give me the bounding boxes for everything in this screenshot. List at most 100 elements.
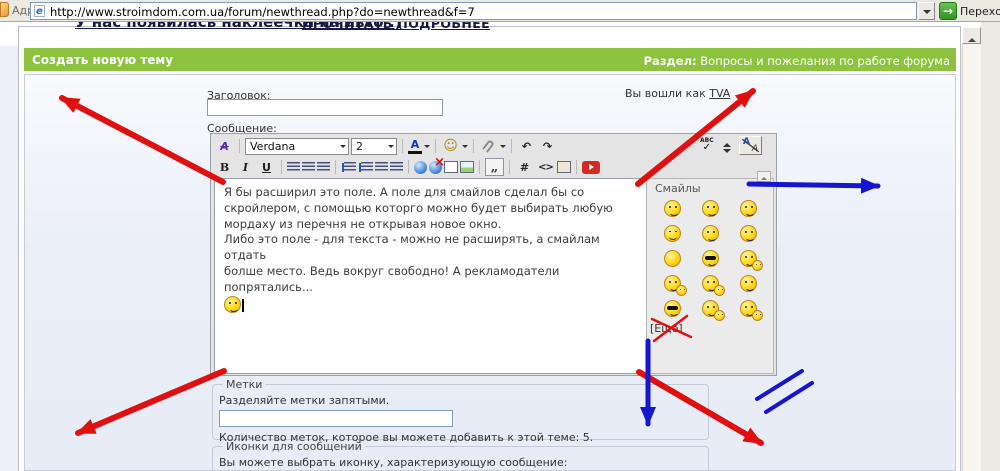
align-center-button[interactable]: [302, 161, 315, 173]
remove-format-button[interactable]: A: [215, 137, 234, 155]
logged-in-user-link[interactable]: TVA: [709, 87, 730, 100]
section-breadcrumb: Раздел: Вопросы и пожелания по работе фо…: [644, 54, 950, 68]
smiley-plain-circle[interactable]: [657, 247, 687, 271]
url-input[interactable]: e http://www.stroimdom.com.ua/forum/newt…: [30, 2, 917, 20]
font-size-select[interactable]: 2: [351, 137, 397, 155]
italic-button[interactable]: I: [236, 158, 255, 176]
font-family-select[interactable]: Verdana: [245, 137, 349, 155]
youtube-button[interactable]: [582, 160, 600, 174]
editor-resize-button[interactable]: [723, 139, 731, 157]
smiley-hugging-pair[interactable]: [657, 272, 687, 296]
smiley-group[interactable]: [733, 297, 763, 321]
quote-button[interactable]: „: [485, 158, 504, 176]
smiley-face-icon: [714, 309, 725, 321]
ordered-list-button[interactable]: [344, 161, 356, 173]
toolbar-separator: [509, 160, 510, 174]
message-icons-legend: Иконки для сообщений: [226, 440, 362, 453]
insert-link-button[interactable]: [414, 160, 427, 174]
tags-fieldset: Метки Разделяйте метки запятыми. Количес…: [212, 378, 709, 444]
title-input[interactable]: [207, 99, 443, 116]
editor-toolbar-row1: A Verdana 2 A ☺ ↶ ↷: [215, 136, 557, 156]
spellcheck-button[interactable]: ABC ✓: [700, 138, 714, 153]
announcement-read-more[interactable]: ПРОЧИТАТЬ ПОДРОБНЕЕ: [302, 22, 490, 34]
smiley-face-icon: [739, 200, 757, 217]
smiley-surprised-pair[interactable]: [695, 297, 725, 321]
message-icons-fieldset: Иконки для сообщений Вы можете выбрать и…: [212, 440, 709, 471]
smiley-face-icon: [752, 259, 763, 271]
remove-link-button[interactable]: [429, 155, 445, 174]
smiley-smiling[interactable]: [733, 272, 763, 296]
message-editor: A Verdana 2 A ☺ ↶ ↷ BIU „ #<> ABC ✓: [210, 133, 777, 376]
page-title: Создать новую тему: [32, 53, 174, 67]
smilies-scroll-up-button[interactable]: [757, 171, 771, 182]
tags-input[interactable]: [219, 410, 453, 427]
scrollbar-up-button[interactable]: [962, 27, 981, 44]
hash-button[interactable]: #: [515, 158, 534, 176]
smiley-face-icon: [676, 284, 687, 296]
message-textarea[interactable]: Я бы расширил это поле. А поле для смайл…: [214, 178, 647, 374]
go-button-label[interactable]: Переход: [960, 5, 1000, 18]
arrow-down-icon: [723, 149, 731, 157]
chevron-down-icon: [340, 144, 346, 151]
toolbar-separator: [511, 139, 512, 153]
align-right-button[interactable]: [317, 161, 330, 173]
message-text: Я бы расширил это поле. А поле для смайл…: [224, 185, 613, 294]
outdent-button[interactable]: [375, 161, 388, 173]
bold-button[interactable]: B: [215, 158, 234, 176]
php-button[interactable]: [557, 161, 571, 173]
paperclip-icon: [482, 139, 495, 153]
attachment-button[interactable]: [479, 137, 498, 155]
toolbar-separator: [281, 160, 282, 174]
smiley-grinning-teeth[interactable]: [695, 222, 725, 246]
unordered-list-button[interactable]: [361, 161, 373, 173]
editor-mode-toggle-button[interactable]: A A: [739, 136, 762, 155]
page-scrollbar[interactable]: [962, 27, 981, 471]
chevron-down-icon[interactable]: [500, 144, 506, 151]
chevron-down-icon[interactable]: [424, 144, 430, 151]
smilies-button[interactable]: ☺: [441, 137, 460, 155]
font-family-value: Verdana: [250, 139, 296, 153]
smiley-face-icon: [663, 250, 681, 267]
insert-image-button[interactable]: [460, 161, 474, 173]
smiley-face-icon: [663, 300, 681, 317]
screen: Адрес: e http://www.stroimdom.com.ua/for…: [0, 0, 1000, 471]
section-value[interactable]: Вопросы и пожелания по работе форума: [700, 54, 950, 68]
redo-button[interactable]: ↷: [538, 137, 557, 155]
url-text: http://www.stroimdom.com.ua/forum/newthr…: [50, 5, 475, 19]
smiley-face-icon: [739, 275, 757, 292]
smiley-face-icon: [739, 225, 757, 242]
smiley-wink-hair[interactable]: [657, 197, 687, 221]
smiley-laughing[interactable]: [733, 197, 763, 221]
smiley-face-icon: [701, 225, 719, 242]
smiley-boxing[interactable]: [695, 272, 725, 296]
toolbar-separator: [408, 160, 409, 174]
go-button[interactable]: →: [939, 2, 957, 20]
mode-letter-b: A: [751, 144, 758, 154]
indent-button[interactable]: [390, 161, 403, 173]
smiley-cool-shades[interactable]: [657, 297, 687, 321]
message-icons-hint: Вы можете выбрать иконку, характеризующу…: [219, 456, 568, 469]
announcement-link-text[interactable]: ПРОЧИТАТЬ ПОДРОБНЕЕ: [302, 22, 490, 31]
chevron-down-icon[interactable]: [462, 144, 468, 151]
section-header: Создать новую тему Раздел: Вопросы и пож…: [24, 48, 956, 71]
url-dropdown-button[interactable]: [918, 2, 935, 20]
smiley-blushing[interactable]: [733, 222, 763, 246]
smiley-face-icon: [663, 225, 681, 242]
code-button[interactable]: <>: [536, 158, 555, 176]
align-left-button[interactable]: [287, 161, 300, 173]
insert-attachment-button[interactable]: [444, 161, 458, 173]
undo-button[interactable]: ↶: [517, 137, 536, 155]
smiley-squinting[interactable]: [657, 222, 687, 246]
smiley-angry[interactable]: [695, 197, 725, 221]
underline-button[interactable]: U: [257, 158, 276, 176]
font-size-value: 2: [356, 139, 363, 153]
arrow-up-icon: [723, 139, 731, 147]
toolbar-separator: [479, 160, 480, 174]
smiley-kissing-pair[interactable]: [733, 247, 763, 271]
mode-letter-a: A: [743, 137, 750, 147]
smilies-more-link[interactable]: [Еще]: [650, 322, 683, 335]
font-color-button[interactable]: A: [408, 138, 422, 154]
smiley-face-icon: [714, 284, 725, 296]
smiley-cool-sunglasses[interactable]: [695, 247, 725, 271]
page-icon: e: [34, 5, 45, 17]
